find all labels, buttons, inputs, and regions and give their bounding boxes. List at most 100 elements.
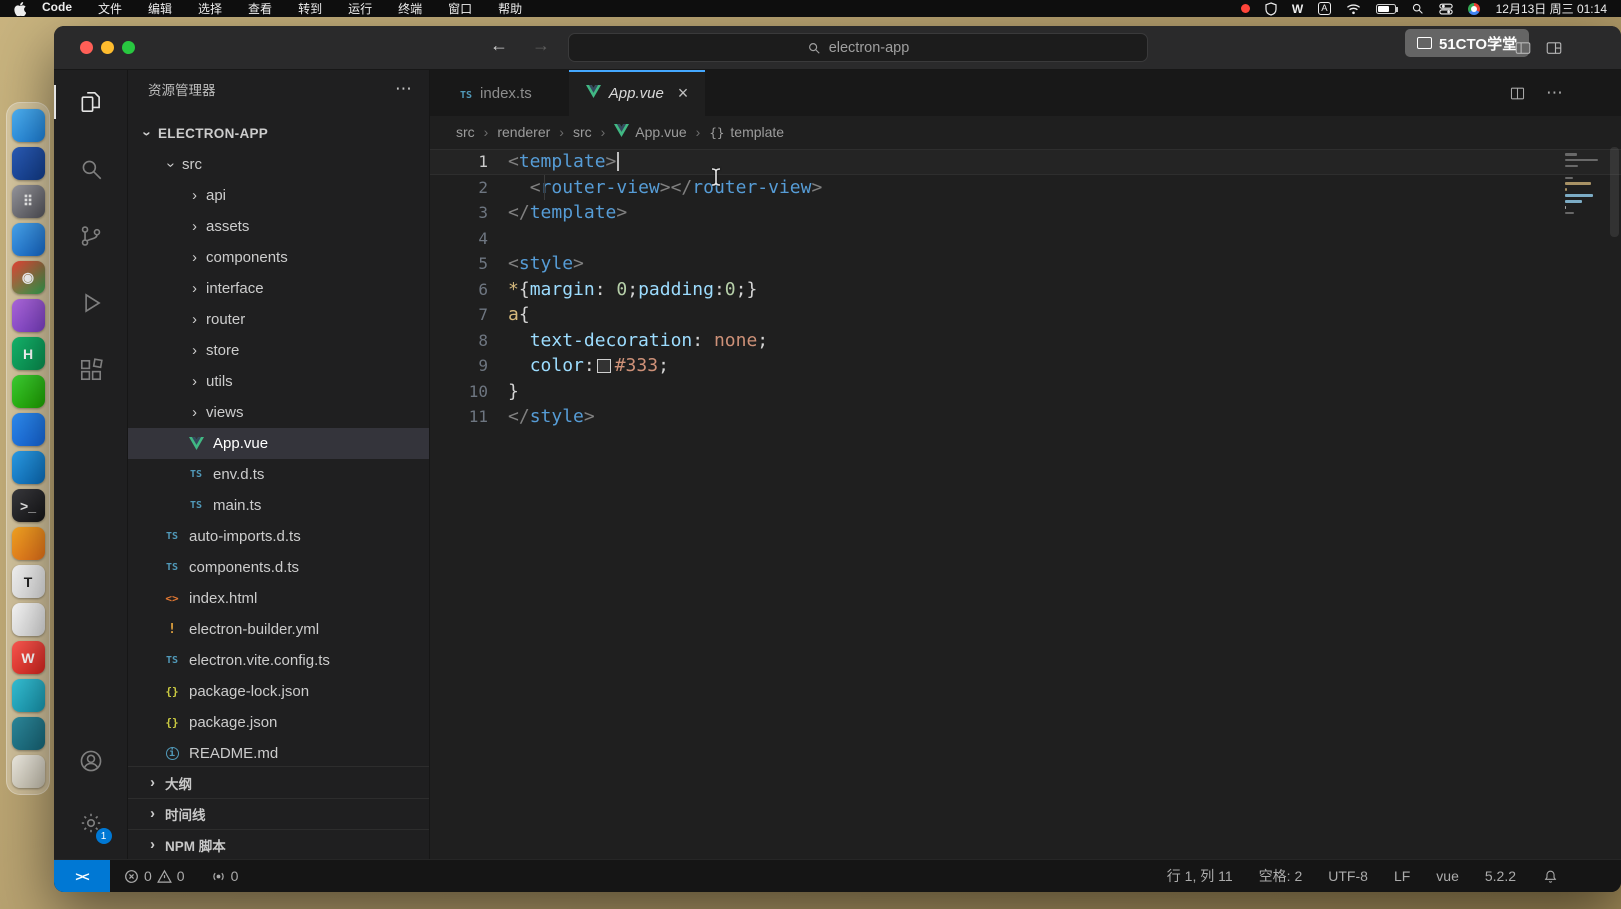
screen-record-icon[interactable]	[1241, 4, 1250, 13]
tree-item-package-lock-json[interactable]: {}package-lock.json	[128, 676, 429, 707]
status-eol[interactable]: LF	[1394, 868, 1410, 884]
line-number[interactable]: 2	[430, 175, 508, 201]
tree-item-electron-vite-config-ts[interactable]: TSelectron.vite.config.ts	[128, 645, 429, 676]
code-line[interactable]: 6*{margin: 0;padding:0;}	[430, 277, 1621, 303]
dock-app-blue-pen[interactable]	[12, 413, 45, 446]
dock-app-dark-teal[interactable]	[12, 717, 45, 750]
breadcrumb-item-app-vue[interactable]: App.vue	[614, 124, 686, 140]
settings-icon[interactable]: 1	[67, 799, 115, 847]
wps-icon[interactable]: W	[1292, 2, 1303, 16]
dock-wechat[interactable]	[12, 375, 45, 408]
tree-item-auto-imports-d-ts[interactable]: TSauto-imports.d.ts	[128, 521, 429, 552]
breadcrumb-item-renderer[interactable]: renderer	[497, 124, 550, 140]
line-number[interactable]: 6	[430, 277, 508, 303]
tree-item-components[interactable]: ›components	[128, 242, 429, 273]
tree-item-router[interactable]: ›router	[128, 304, 429, 335]
dock-typora[interactable]: T	[12, 565, 45, 598]
code-line[interactable]: 1<template>	[430, 149, 1621, 175]
close-icon[interactable]: ×	[678, 83, 689, 104]
editor-more-actions-icon[interactable]: ⋯	[1546, 83, 1563, 103]
account-icon[interactable]	[67, 737, 115, 785]
menu-clock[interactable]: 12月13日 周三 01:14	[1496, 0, 1607, 17]
dock-wps-office[interactable]: W	[12, 641, 45, 674]
command-center-search[interactable]: electron-app	[568, 33, 1148, 62]
spotlight-icon[interactable]	[1411, 2, 1424, 15]
explorer-icon[interactable]	[67, 78, 115, 126]
tree-item-index-html[interactable]: <>index.html	[128, 583, 429, 614]
code-line[interactable]: 2 <router-view></router-view>	[430, 175, 1621, 201]
breadcrumb-item-template[interactable]: {}template	[709, 124, 784, 140]
color-swatch[interactable]	[597, 359, 611, 373]
shield-icon[interactable]	[1265, 2, 1277, 16]
tree-item-utils[interactable]: ›utils	[128, 366, 429, 397]
code-line[interactable]: 8 text-decoration: none;	[430, 328, 1621, 354]
line-number[interactable]: 11	[430, 404, 508, 430]
dock-terminal[interactable]: >_	[12, 489, 45, 522]
tab-index-ts[interactable]: TSindex.ts	[443, 70, 549, 116]
code-line[interactable]: 10}	[430, 379, 1621, 405]
tab-app-vue[interactable]: App.vue×	[569, 70, 706, 116]
menu-终端[interactable]: 终端	[398, 0, 422, 17]
remote-indicator[interactable]: ><	[54, 860, 110, 892]
tree-item-electron-builder-yml[interactable]: !electron-builder.yml	[128, 614, 429, 645]
dock-app-compass[interactable]	[12, 147, 45, 180]
menu-文件[interactable]: 文件	[98, 0, 122, 17]
tree-item-readme-md[interactable]: iREADME.md	[128, 738, 429, 766]
chrome-icon[interactable]	[1468, 3, 1480, 15]
tree-item-store[interactable]: ›store	[128, 335, 429, 366]
input-source-icon[interactable]: A	[1318, 2, 1330, 15]
tree-item-views[interactable]: ›views	[128, 397, 429, 428]
battery-icon[interactable]	[1376, 4, 1396, 14]
customize-layout-icon[interactable]	[1545, 39, 1563, 57]
line-number[interactable]: 4	[430, 226, 508, 252]
wifi-icon[interactable]	[1346, 3, 1361, 15]
menu-code[interactable]: Code	[42, 0, 72, 17]
menu-选择[interactable]: 选择	[198, 0, 222, 17]
dock-app-orange[interactable]	[12, 527, 45, 560]
line-number[interactable]: 9	[430, 353, 508, 379]
dock-chrome[interactable]: ◉	[12, 261, 45, 294]
tree-item-api[interactable]: ›api	[128, 180, 429, 211]
line-number[interactable]: 3	[430, 200, 508, 226]
dock-app-teal[interactable]	[12, 679, 45, 712]
more-actions-icon[interactable]: ⋯	[395, 79, 413, 99]
panel-npm-脚本[interactable]: ›NPM 脚本	[128, 829, 429, 859]
tree-item-electron-app[interactable]: ›ELECTRON-APP	[128, 118, 429, 149]
menu-转到[interactable]: 转到	[298, 0, 322, 17]
menu-运行[interactable]: 运行	[348, 0, 372, 17]
navigate-forward-button[interactable]: →	[532, 35, 550, 56]
search-icon[interactable]	[67, 145, 115, 193]
tree-item-interface[interactable]: ›interface	[128, 273, 429, 304]
code-line[interactable]: 5<style>	[430, 251, 1621, 277]
status-cursor-position[interactable]: 行 1, 列 11	[1167, 866, 1233, 886]
minimap[interactable]	[1565, 153, 1607, 214]
close-window-button[interactable]	[80, 41, 93, 54]
dock-app-purple[interactable]	[12, 299, 45, 332]
status-encoding[interactable]: UTF-8	[1328, 868, 1368, 884]
status-language-mode[interactable]: vue	[1436, 868, 1459, 884]
source-control-icon[interactable]	[67, 212, 115, 260]
problems-status[interactable]: 0 0	[124, 868, 185, 884]
zoom-window-button[interactable]	[122, 41, 135, 54]
editor-scrollbar[interactable]	[1607, 147, 1621, 859]
panel-时间线[interactable]: ›时间线	[128, 798, 429, 829]
control-center-icon[interactable]	[1439, 2, 1453, 16]
menu-窗口[interactable]: 窗口	[448, 0, 472, 17]
extensions-icon[interactable]	[67, 346, 115, 394]
line-number[interactable]: 1	[430, 149, 508, 175]
breadcrumb-item-src[interactable]: src	[573, 124, 592, 140]
dock-trash[interactable]	[12, 755, 45, 788]
status-version[interactable]: 5.2.2	[1485, 868, 1516, 884]
line-number[interactable]: 5	[430, 251, 508, 277]
line-number[interactable]: 7	[430, 302, 508, 328]
line-number[interactable]: 10	[430, 379, 508, 405]
run-debug-icon[interactable]	[67, 279, 115, 327]
minimize-window-button[interactable]	[101, 41, 114, 54]
menu-编辑[interactable]: 编辑	[148, 0, 172, 17]
tree-item-src[interactable]: ›src	[128, 149, 429, 180]
code-line[interactable]: 9 color:#333;	[430, 353, 1621, 379]
scrollbar-thumb[interactable]	[1610, 147, 1619, 237]
tree-item-components-d-ts[interactable]: TScomponents.d.ts	[128, 552, 429, 583]
tree-item-main-ts[interactable]: TSmain.ts	[128, 490, 429, 521]
menu-查看[interactable]: 查看	[248, 0, 272, 17]
